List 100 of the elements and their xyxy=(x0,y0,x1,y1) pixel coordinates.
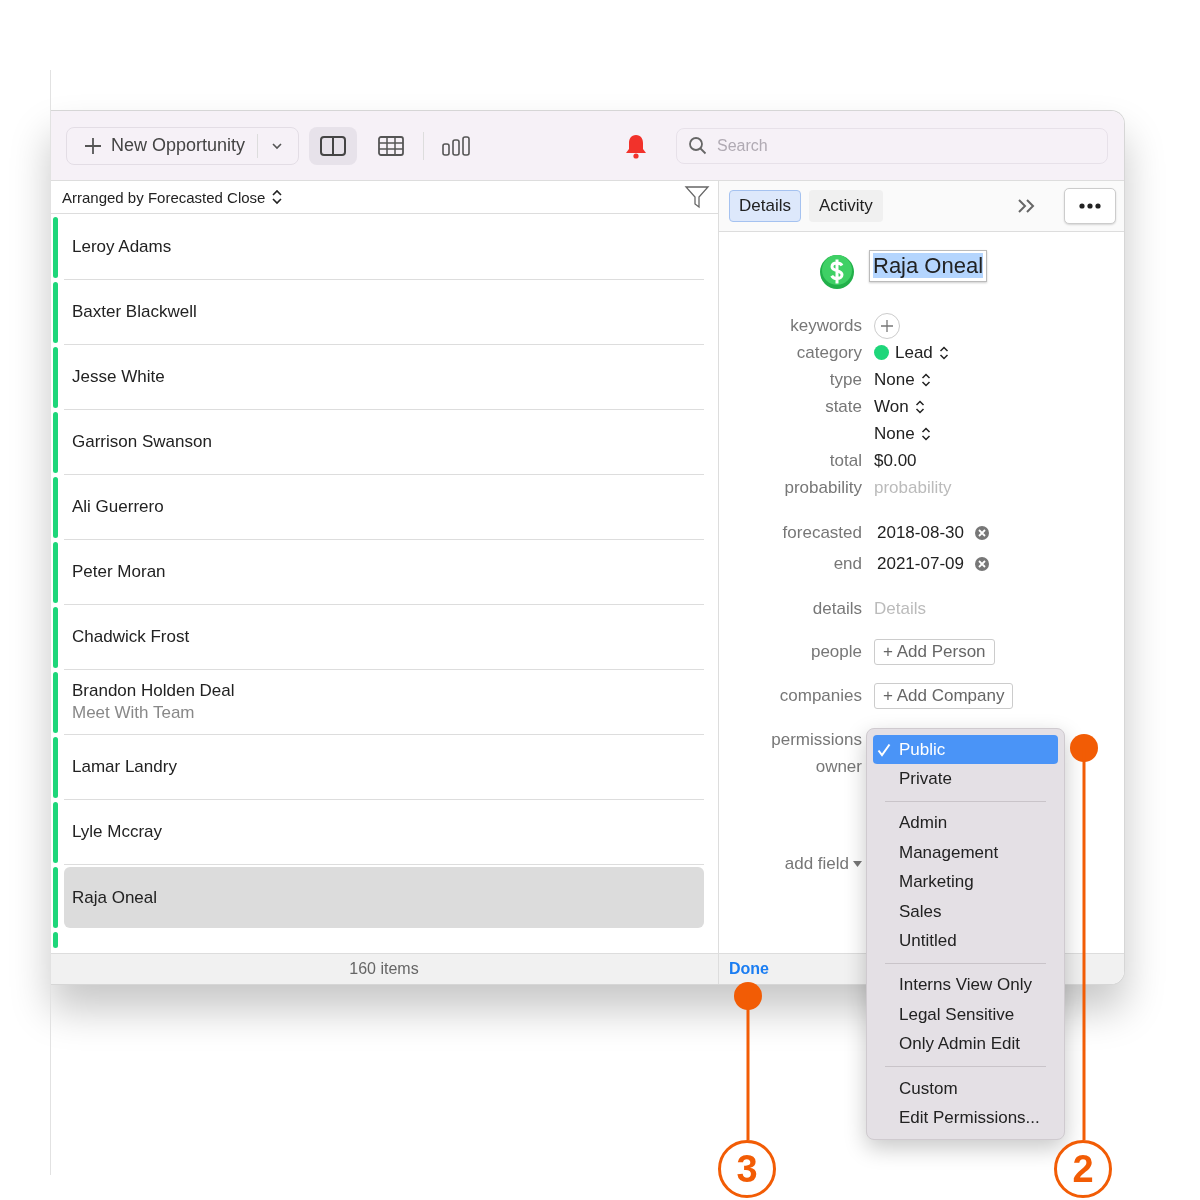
menu-item[interactable]: Sales xyxy=(873,896,1058,927)
up-down-chevron-icon[interactable] xyxy=(914,399,925,414)
new-opportunity-label[interactable]: New Opportunity xyxy=(111,135,246,156)
status-bar xyxy=(53,217,58,278)
dollar-icon xyxy=(819,254,855,290)
status-bar xyxy=(53,412,58,473)
tab[interactable]: Details xyxy=(729,190,801,222)
menu-item[interactable]: Legal Sensitive xyxy=(873,1000,1058,1030)
opportunity-name: Jesse White xyxy=(72,367,165,387)
date-value[interactable]: 2021-07-09 xyxy=(877,553,964,574)
status-bar xyxy=(53,347,58,408)
opportunity-subtitle: Meet With Team xyxy=(72,703,196,723)
new-opportunity-control[interactable]: New Opportunity xyxy=(66,126,300,165)
opportunity-name: Chadwick Frost xyxy=(72,627,190,647)
date-value[interactable]: 2018-08-30 xyxy=(877,522,964,543)
title-field[interactable]: Raja Oneal xyxy=(869,250,988,282)
status-bar xyxy=(53,477,58,538)
opportunity-name: Baxter Blackwell xyxy=(72,302,197,322)
status-bar xyxy=(53,737,58,798)
up-down-chevron-icon[interactable] xyxy=(271,189,284,205)
field-label: permissions xyxy=(771,729,862,750)
menu-item[interactable]: Admin xyxy=(873,808,1058,839)
field-label: end xyxy=(833,553,862,574)
field-label: total xyxy=(829,450,862,471)
list-item[interactable]: Lyle Mccray xyxy=(64,800,704,865)
opportunity-name: Peter Moran xyxy=(72,562,166,582)
list-item[interactable]: Chadwick Frost xyxy=(64,605,704,670)
list-item[interactable]: Raja Oneal xyxy=(64,867,704,928)
split-view-icon xyxy=(319,134,348,157)
field-label: type xyxy=(829,369,862,390)
up-down-chevron-icon[interactable] xyxy=(920,372,931,387)
bell-icon[interactable] xyxy=(624,132,648,159)
search-icon xyxy=(688,135,708,156)
clear-icon[interactable] xyxy=(973,524,990,541)
filter-icon[interactable] xyxy=(684,185,710,209)
up-down-chevron-icon[interactable] xyxy=(938,345,949,360)
opportunity-name: Ali Guerrero xyxy=(72,497,164,517)
menu-item[interactable]: Only Admin Edit xyxy=(873,1029,1058,1059)
field-label: forecasted xyxy=(782,522,862,543)
add-button[interactable]: + Add Company xyxy=(874,683,1014,709)
callout-number: 3 xyxy=(718,1140,776,1198)
grid-icon xyxy=(377,134,406,157)
opportunity-name: Raja Oneal xyxy=(72,887,158,908)
status-bar xyxy=(53,932,58,948)
add-button[interactable]: + Add Person xyxy=(874,639,995,665)
callout-number: 2 xyxy=(1054,1140,1112,1198)
status-bar xyxy=(53,607,58,668)
menu-item[interactable]: Edit Permissions... xyxy=(873,1103,1058,1133)
field-label: state xyxy=(825,396,862,417)
opportunity-name: Lamar Landry xyxy=(72,757,177,777)
sort-selector[interactable]: Arranged by Forecasted Close xyxy=(62,188,266,206)
item-count: 160 items xyxy=(349,960,419,978)
more-button[interactable] xyxy=(1064,188,1116,224)
list-item[interactable]: Brandon Holden Deal Meet With Team xyxy=(64,670,704,735)
list-item[interactable]: Ali Guerrero xyxy=(64,475,704,540)
tab[interactable]: Activity xyxy=(808,190,883,222)
field-label: probability xyxy=(784,477,862,498)
field-value[interactable]: $0.00 xyxy=(874,450,917,471)
clear-icon[interactable] xyxy=(973,555,990,572)
opportunity-name: Lyle Mccray xyxy=(72,822,163,842)
done-button[interactable]: Done xyxy=(727,960,771,978)
search-field[interactable]: Search xyxy=(676,127,1108,164)
status-bar xyxy=(53,282,58,343)
opportunity-name: Garrison Swanson xyxy=(72,432,212,452)
menu-item[interactable]: Marketing xyxy=(873,867,1058,897)
add-field-menu[interactable]: add field xyxy=(784,853,849,874)
list-item[interactable]: Leroy Adams xyxy=(64,215,704,280)
list-item[interactable]: Lamar Landry xyxy=(64,735,704,800)
field-label: companies xyxy=(779,686,862,706)
menu-item[interactable]: Interns View Only xyxy=(873,970,1058,1001)
field-label: keywords xyxy=(790,315,862,336)
field-label: category xyxy=(796,342,862,363)
split-view-button[interactable] xyxy=(309,126,358,165)
status-bar xyxy=(53,542,58,603)
status-bar xyxy=(53,867,58,928)
menu-item[interactable]: Private xyxy=(873,764,1058,794)
opportunity-name: Brandon Holden Deal xyxy=(72,681,235,701)
field-label: people xyxy=(810,642,862,662)
add-keyword-button[interactable] xyxy=(874,312,900,339)
checkmark-icon xyxy=(877,742,891,757)
popup-value[interactable]: None xyxy=(874,369,915,390)
menu-item[interactable]: Custom xyxy=(873,1073,1058,1104)
list-item[interactable]: Baxter Blackwell xyxy=(64,280,704,345)
opportunity-name: Leroy Adams xyxy=(72,237,172,257)
double-chevron-icon[interactable] xyxy=(1016,198,1036,214)
field-label: owner xyxy=(815,756,862,777)
status-bar xyxy=(53,672,58,733)
popup-value[interactable]: Won xyxy=(874,396,909,417)
list-item[interactable]: Jesse White xyxy=(64,345,704,410)
list-item[interactable]: Peter Moran xyxy=(64,540,704,605)
up-down-chevron-icon[interactable] xyxy=(920,426,931,441)
caret-icon[interactable] xyxy=(853,860,862,867)
status-bar xyxy=(53,802,58,863)
menu-item[interactable]: Untitled xyxy=(873,926,1058,956)
field-label: details xyxy=(812,598,862,619)
popup-value[interactable]: None xyxy=(874,423,915,444)
popup-value[interactable]: Lead xyxy=(895,342,933,363)
menu-item[interactable]: Management xyxy=(873,838,1058,868)
plus-icon xyxy=(881,319,893,332)
list-item[interactable]: Garrison Swanson xyxy=(64,410,704,475)
